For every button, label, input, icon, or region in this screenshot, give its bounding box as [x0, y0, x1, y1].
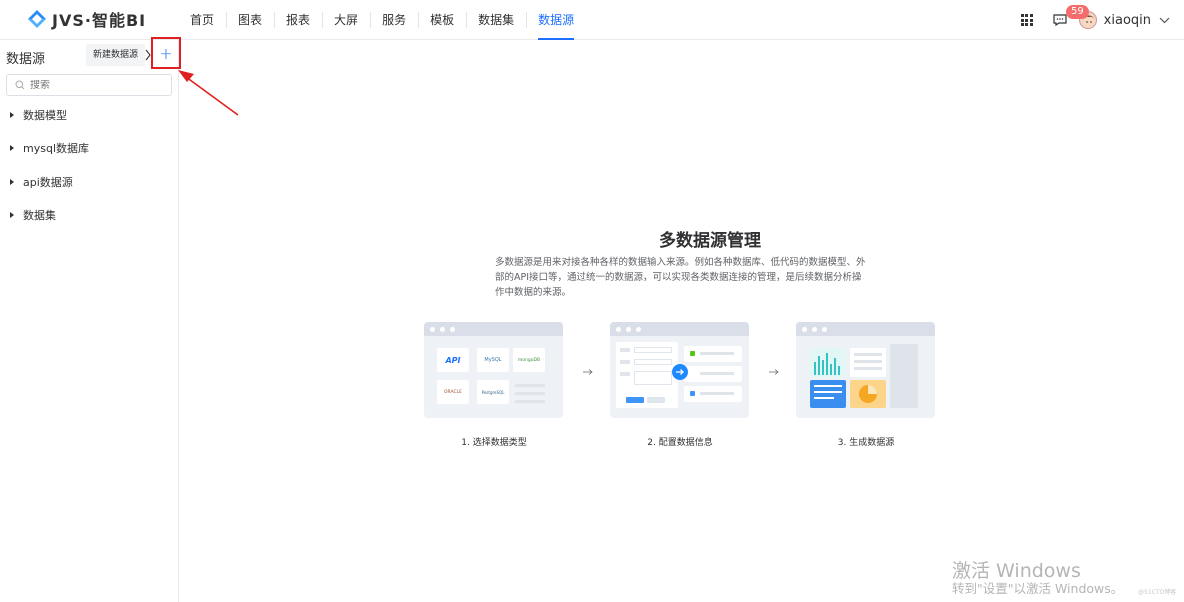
nav-big-screen[interactable]: 大屏: [322, 0, 370, 40]
nav-datasets[interactable]: 数据集: [466, 0, 526, 40]
top-right-tools: xiaoqin: [1020, 0, 1170, 40]
step-1-illustration: API MySQL mongoDB ORACLE PostgreSQL: [424, 322, 563, 418]
mysql-tile: MySQL: [477, 348, 509, 372]
new-datasource-tooltip: 新建数据源: [86, 44, 146, 66]
username[interactable]: xiaoqin: [1104, 13, 1151, 28]
message-icon[interactable]: [1053, 14, 1067, 26]
page-title: 多数据源管理: [659, 231, 761, 251]
arrow-right-icon: [583, 369, 593, 375]
tree-label: api数据源: [23, 176, 73, 189]
page-description: 多数据源是用来对接各种各样的数据输入来源。例如各种数据库、低代码的数据模型、外部…: [495, 257, 866, 298]
logo-icon: [28, 10, 46, 28]
tree-item-data-model[interactable]: 数据模型: [10, 107, 67, 123]
step-3-illustration: [796, 322, 935, 418]
arrow-right-icon: [769, 369, 779, 375]
step-1-label: 1. 选择数据类型: [461, 438, 527, 448]
tree-label: mysql数据库: [23, 142, 89, 155]
step-2-label: 2. 配置数据信息: [647, 438, 713, 448]
search-icon: [15, 80, 25, 90]
nav-reports[interactable]: 报表: [274, 0, 322, 40]
caret-right-icon: [10, 179, 14, 185]
sidebar: 数据源 新建数据源 + 数据模型 mysql数据库 api数据源 数据集: [0, 37, 181, 602]
app-logo[interactable]: JVS·智能BI: [27, 8, 146, 30]
tree-label: 数据集: [23, 209, 56, 222]
oracle-tile: ORACLE: [437, 380, 469, 404]
site-credit: @51CTO博客: [1138, 589, 1177, 596]
mongodb-tile: mongoDB: [513, 348, 545, 372]
tree-item-mysql[interactable]: mysql数据库: [10, 140, 89, 156]
step-3-label: 3. 生成数据源: [837, 438, 895, 448]
tree-item-api[interactable]: api数据源: [10, 174, 73, 190]
caret-right-icon: [10, 112, 14, 118]
nav-datasources[interactable]: 数据源: [526, 0, 586, 40]
caret-right-icon: [10, 145, 14, 151]
tree-item-dataset[interactable]: 数据集: [10, 207, 56, 223]
nav-templates[interactable]: 模板: [418, 0, 466, 40]
api-tile: API: [437, 348, 469, 372]
notification-badge: 59: [1066, 5, 1089, 19]
nav-charts[interactable]: 图表: [226, 0, 274, 40]
tree-label: 数据模型: [23, 109, 67, 122]
logo-text: JVS·智能BI: [52, 11, 147, 30]
postgresql-tile: PostgreSQL: [477, 380, 509, 404]
add-datasource-button[interactable]: +: [151, 37, 181, 69]
caret-right-icon: [10, 212, 14, 218]
sidebar-title: 数据源: [6, 52, 46, 67]
activate-windows-hint: 转到"设置"以激活 Windows。: [952, 581, 1124, 596]
chevron-down-icon[interactable]: [1159, 17, 1170, 24]
step-2-illustration: [610, 322, 749, 418]
arrow-circle-icon: [672, 364, 688, 380]
apps-grid-icon[interactable]: [1020, 14, 1033, 26]
nav-services[interactable]: 服务: [370, 0, 418, 40]
pie-chart-icon: [859, 385, 877, 403]
main-nav: 首页 图表 报表 大屏 服务 模板 数据集 数据源: [178, 0, 586, 40]
search-box[interactable]: [6, 74, 172, 96]
nav-home[interactable]: 首页: [178, 0, 226, 40]
search-input[interactable]: [30, 79, 160, 91]
add-label: +: [159, 43, 173, 63]
top-navbar: JVS·智能BI 首页 图表 报表 大屏 服务 模板 数据集 数据源 xiaoq…: [0, 0, 1184, 40]
bar-chart-icon: [814, 353, 840, 375]
